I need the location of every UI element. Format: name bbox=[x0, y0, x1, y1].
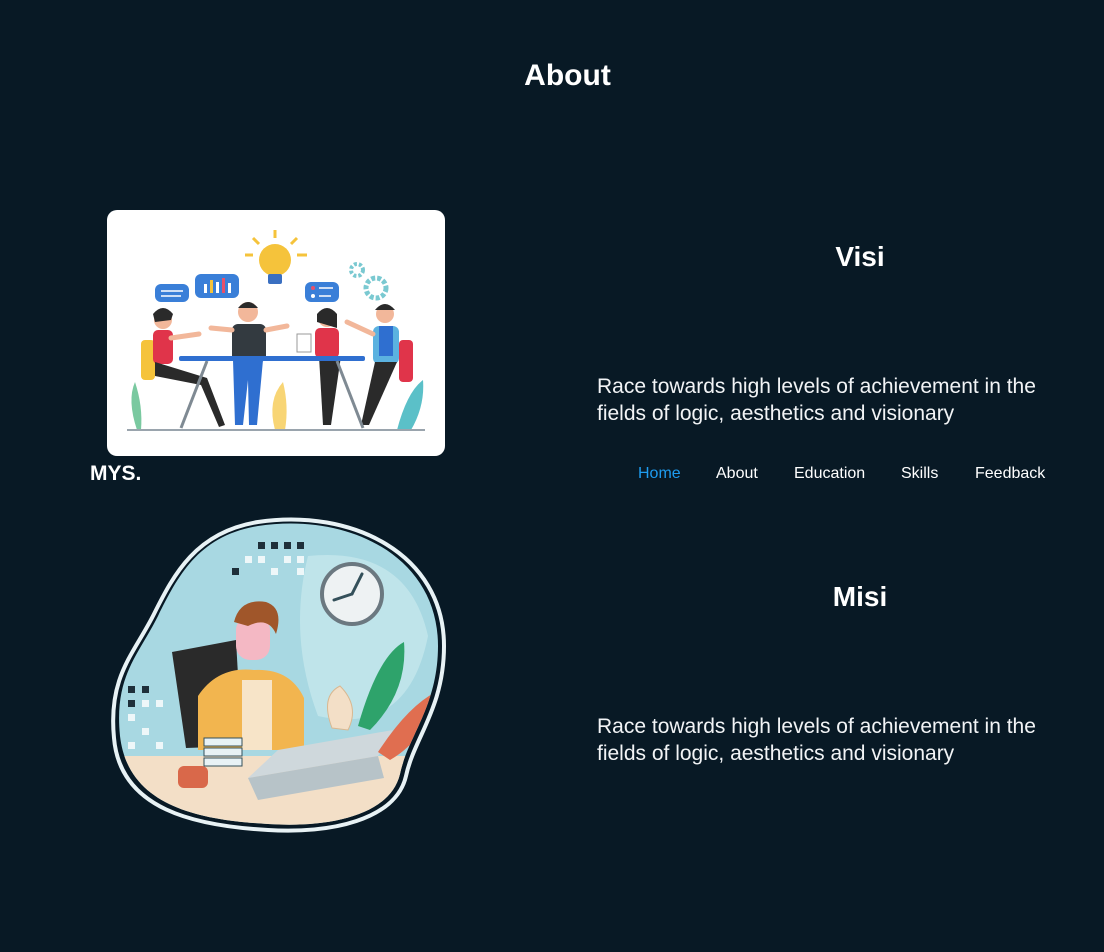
vision-text: Race towards high levels of achievement … bbox=[597, 375, 1036, 425]
mission-heading: Misi bbox=[832, 581, 888, 612]
chat-bubble-icon bbox=[155, 274, 339, 302]
mission-text: Race towards high levels of achievement … bbox=[597, 715, 1036, 765]
team-meeting-illustration-svg bbox=[127, 230, 425, 431]
nav-item-skills[interactable]: Skills bbox=[901, 465, 938, 483]
person-figure bbox=[296, 308, 341, 425]
gear-icon bbox=[349, 262, 389, 301]
light-bulb-icon bbox=[245, 230, 307, 284]
nav-item-home[interactable]: Home bbox=[638, 465, 681, 483]
nav-item-education[interactable]: Education bbox=[794, 465, 865, 483]
nav-item-about[interactable]: About bbox=[716, 465, 758, 483]
person-at-laptop-illustration-svg bbox=[111, 517, 447, 833]
clock-icon bbox=[320, 562, 384, 626]
nav-item-feedback[interactable]: Feedback bbox=[975, 465, 1045, 483]
person-at-laptop-illustration bbox=[108, 516, 448, 834]
team-meeting-illustration bbox=[107, 210, 445, 456]
page-title: About bbox=[524, 59, 611, 92]
vision-heading: Visi bbox=[835, 241, 885, 272]
brand-logo[interactable]: MYS. bbox=[90, 462, 141, 486]
